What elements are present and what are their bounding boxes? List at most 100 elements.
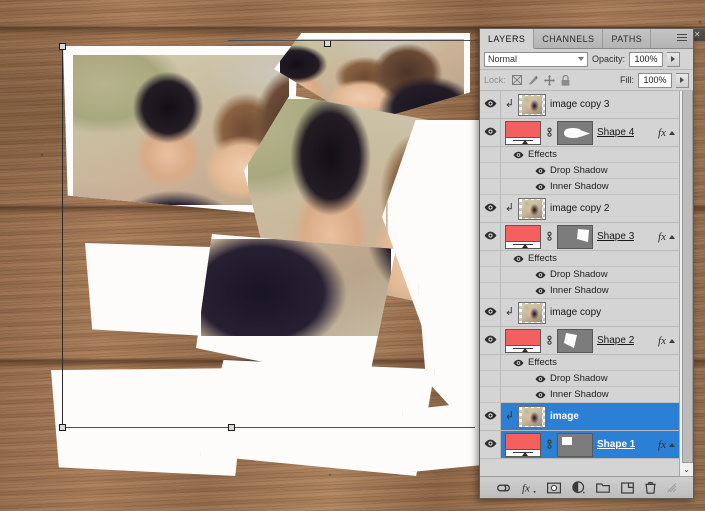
mask-link-icon[interactable] bbox=[545, 438, 553, 451]
lock-image-pixels-icon[interactable] bbox=[528, 75, 538, 85]
opacity-stepper[interactable] bbox=[667, 52, 680, 67]
fill-stepper[interactable] bbox=[676, 73, 689, 88]
expand-effects-toggle[interactable] bbox=[669, 235, 675, 239]
layer-visibility-toggle[interactable] bbox=[484, 411, 497, 423]
effect-visibility-toggle[interactable] bbox=[513, 359, 524, 367]
scroll-down-button[interactable]: ⌄ bbox=[680, 463, 693, 476]
tab-channels[interactable]: CHANNELS bbox=[534, 29, 603, 48]
layer-name[interactable]: Shape 2 bbox=[597, 335, 634, 346]
layer-visibility-toggle[interactable] bbox=[484, 439, 497, 451]
tab-paths[interactable]: PATHS bbox=[603, 29, 651, 48]
scrollbar-thumb[interactable] bbox=[682, 91, 693, 463]
layer-visibility-toggle[interactable] bbox=[484, 231, 497, 243]
lock-position-icon[interactable] bbox=[544, 75, 555, 86]
layers-panel-footer: fx bbox=[480, 476, 693, 498]
layer-name[interactable]: image copy 3 bbox=[550, 99, 609, 110]
eye-icon bbox=[535, 167, 546, 175]
fx-icon[interactable]: fx bbox=[658, 127, 666, 139]
layer-effect-row[interactable]: Drop Shadow bbox=[480, 163, 679, 179]
clipping-mask-icon: ↳ bbox=[505, 203, 514, 214]
layer-name[interactable]: image copy bbox=[550, 307, 601, 318]
effect-visibility-toggle[interactable] bbox=[535, 167, 546, 175]
effect-visibility-toggle[interactable] bbox=[535, 287, 546, 295]
vector-mask-thumbnail[interactable] bbox=[557, 329, 593, 353]
layer-list-scrollbar[interactable]: ⌃ ⌄ bbox=[679, 91, 693, 476]
tab-layers[interactable]: LAYERS bbox=[480, 29, 534, 49]
layer-row[interactable]: Shape 4 fx bbox=[480, 119, 679, 147]
layer-name[interactable]: Shape 3 bbox=[597, 231, 634, 242]
layer-row[interactable]: Shape 2 fx bbox=[480, 327, 679, 355]
expand-effects-toggle[interactable] bbox=[669, 339, 675, 343]
layer-effects-group-row[interactable]: Effects bbox=[480, 147, 679, 163]
scrollbar-track[interactable] bbox=[681, 104, 692, 463]
layer-thumbnail[interactable] bbox=[518, 302, 546, 324]
panel-menu-icon[interactable] bbox=[677, 34, 689, 43]
layer-body: Shape 4 fx bbox=[501, 121, 679, 145]
chevron-down-icon bbox=[578, 57, 584, 61]
effect-visibility-toggle[interactable] bbox=[513, 255, 524, 263]
layer-row[interactable]: ↳ image bbox=[480, 403, 679, 431]
layer-fill-thumbnail[interactable] bbox=[505, 433, 541, 457]
vector-mask-thumbnail[interactable] bbox=[557, 225, 593, 249]
layer-effect-row[interactable]: Drop Shadow bbox=[480, 371, 679, 387]
opacity-input[interactable]: 100% bbox=[629, 52, 663, 67]
layer-name[interactable]: image copy 2 bbox=[550, 203, 609, 214]
expand-effects-toggle[interactable] bbox=[669, 443, 675, 447]
effect-visibility-toggle[interactable] bbox=[535, 183, 546, 191]
layer-row[interactable]: ↳ image copy 2 bbox=[480, 195, 679, 223]
eye-icon bbox=[535, 183, 546, 191]
layer-effects-group-row[interactable]: Effects bbox=[480, 251, 679, 267]
layer-thumbnail[interactable] bbox=[518, 406, 546, 428]
add-layer-mask-icon[interactable] bbox=[547, 482, 561, 494]
layer-visibility-toggle[interactable] bbox=[484, 127, 497, 139]
link-layers-icon[interactable] bbox=[496, 483, 511, 493]
layer-effect-row[interactable]: Inner Shadow bbox=[480, 387, 679, 403]
blend-mode-select[interactable]: Normal bbox=[484, 52, 588, 67]
vector-mask-thumbnail[interactable] bbox=[557, 121, 593, 145]
layer-visibility-toggle[interactable] bbox=[484, 335, 497, 347]
mask-link-icon[interactable] bbox=[545, 126, 553, 139]
layer-effects-group-row[interactable]: Effects bbox=[480, 355, 679, 371]
close-panel-button[interactable]: ✕ bbox=[694, 31, 700, 39]
layer-row[interactable]: ↳ image copy 3 bbox=[480, 91, 679, 119]
lock-transparent-pixels-icon[interactable] bbox=[512, 75, 522, 85]
layer-row[interactable]: Shape 1 fx bbox=[480, 431, 679, 459]
fill-input[interactable]: 100% bbox=[638, 73, 672, 88]
layer-effect-row[interactable]: Inner Shadow bbox=[480, 179, 679, 195]
fx-icon[interactable]: fx bbox=[658, 231, 666, 243]
layer-name[interactable]: Shape 1 bbox=[597, 439, 635, 450]
layer-name[interactable]: Shape 4 bbox=[597, 127, 634, 138]
layer-visibility-toggle[interactable] bbox=[484, 203, 497, 215]
effect-visibility-toggle[interactable] bbox=[513, 151, 524, 159]
new-group-icon[interactable] bbox=[596, 482, 610, 493]
effect-visibility-toggle[interactable] bbox=[535, 375, 546, 383]
expand-effects-toggle[interactable] bbox=[669, 131, 675, 135]
layer-fill-thumbnail[interactable] bbox=[505, 329, 541, 353]
new-fill-adjustment-layer-icon[interactable] bbox=[572, 481, 585, 494]
effect-visibility-toggle[interactable] bbox=[535, 391, 546, 399]
delete-layer-icon[interactable] bbox=[645, 481, 656, 494]
new-layer-icon[interactable] bbox=[621, 482, 634, 494]
fx-icon[interactable]: fx bbox=[658, 439, 666, 451]
layer-visibility-toggle[interactable] bbox=[484, 99, 497, 111]
layer-row[interactable]: Shape 3 fx bbox=[480, 223, 679, 251]
layer-row[interactable]: ↳ image copy bbox=[480, 299, 679, 327]
eye-icon bbox=[484, 335, 497, 344]
layer-visibility-toggle[interactable] bbox=[484, 307, 497, 319]
layer-effect-row[interactable]: Inner Shadow bbox=[480, 283, 679, 299]
svg-text:fx: fx bbox=[522, 482, 530, 494]
layer-thumbnail[interactable] bbox=[518, 198, 546, 220]
fx-icon[interactable]: fx bbox=[658, 335, 666, 347]
vector-mask-thumbnail[interactable] bbox=[557, 433, 593, 457]
lock-all-icon[interactable] bbox=[561, 75, 570, 86]
eye-icon bbox=[484, 411, 497, 420]
layer-fill-thumbnail[interactable] bbox=[505, 225, 541, 249]
mask-link-icon[interactable] bbox=[545, 230, 553, 243]
mask-link-icon[interactable] bbox=[545, 334, 553, 347]
add-layer-style-icon[interactable]: fx bbox=[522, 482, 536, 494]
layer-fill-thumbnail[interactable] bbox=[505, 121, 541, 145]
layer-thumbnail[interactable] bbox=[518, 94, 546, 116]
layer-name[interactable]: image bbox=[550, 411, 579, 422]
layer-effect-row[interactable]: Drop Shadow bbox=[480, 267, 679, 283]
effect-visibility-toggle[interactable] bbox=[535, 271, 546, 279]
